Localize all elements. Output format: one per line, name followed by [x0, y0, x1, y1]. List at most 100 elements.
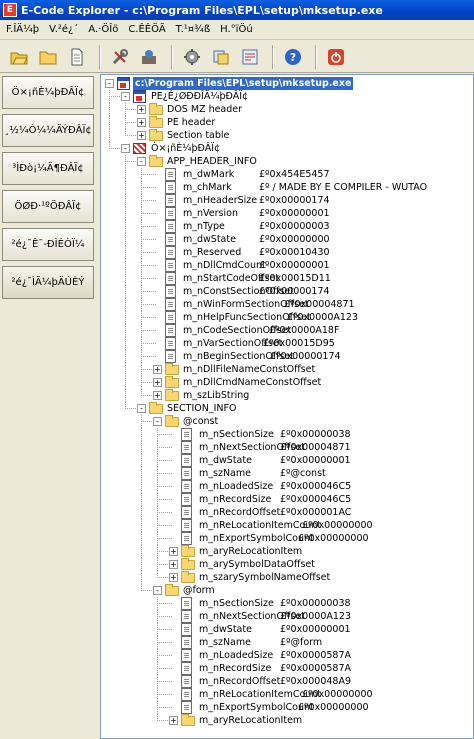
folder-icon — [149, 116, 163, 128]
tree-item[interactable]: m_szName £º@form — [101, 636, 473, 649]
tree-item[interactable]: - Ò×¡ñÈ¼þÐÂÏ¢ — [101, 142, 473, 155]
tree-item[interactable]: m_chMark £º / MADE BY E COMPILER - WUTAO — [101, 181, 473, 194]
tree-connector — [157, 525, 172, 526]
tree-item[interactable]: m_nReLocationItemCount £º0x00000000 — [101, 688, 473, 701]
tree-item[interactable]: m_nCodeSectionOffset £º0x0000A18F — [101, 324, 473, 337]
tree-item[interactable]: m_dwState £º0x00000001 — [101, 454, 473, 467]
disassemble-button[interactable] — [136, 44, 162, 70]
tree-item[interactable]: m_nLoadedSize £º0x000046C5 — [101, 480, 473, 493]
expand-icon[interactable]: + — [169, 716, 178, 725]
collapse-icon[interactable]: - — [137, 404, 146, 413]
exit-button[interactable] — [323, 44, 349, 70]
tree-item[interactable]: + m_aryReLocationItem — [101, 545, 473, 558]
tree-item[interactable]: m_nVarSectionOffset £º0x00015D95 — [101, 337, 473, 350]
menu-help[interactable]: H.°ïÖú — [218, 22, 261, 37]
tree-item[interactable]: - SECTION_INFO — [101, 402, 473, 415]
collapse-icon[interactable]: - — [153, 417, 162, 426]
tree-item[interactable]: m_nSectionSize £º0x00000038 — [101, 597, 473, 610]
e-file-icon — [133, 143, 146, 154]
tree-connector — [125, 285, 126, 298]
tree-item[interactable]: m_nLoadedSize £º0x0000587A — [101, 649, 473, 662]
side-button-2[interactable]: ¸½¼Ó¼¼ÄÝÐÂÏ¢ — [2, 114, 94, 147]
tree-item[interactable]: - APP_HEADER_INFO — [101, 155, 473, 168]
tree-item[interactable]: m_nNextSectionOffset £º0x00004871 — [101, 441, 473, 454]
settings-button[interactable] — [179, 44, 205, 70]
tree-item[interactable]: m_nHelpFuncSectionOffset £º0x0000A123 — [101, 311, 473, 324]
expand-icon[interactable]: + — [153, 365, 162, 374]
expand-icon[interactable]: + — [153, 391, 162, 400]
tree-item-label: Ò×¡ñÈ¼þÐÂÏ¢ — [151, 143, 221, 154]
window-title: E-Code Explorer - c:\Program Files\EPL\s… — [21, 3, 383, 17]
tree-item-value: £º@form — [280, 637, 323, 648]
tree-item[interactable]: m_Reserved £º0x00010430 — [101, 246, 473, 259]
menu-config[interactable]: C.ÊÊÖÃ — [126, 22, 173, 37]
open-folder-button[interactable] — [35, 44, 61, 70]
copy-button[interactable] — [208, 44, 234, 70]
collapse-icon[interactable]: - — [137, 157, 146, 166]
tree-item[interactable]: m_dwState £º0x00000001 — [101, 623, 473, 636]
tree-item[interactable]: m_szName £º@const — [101, 467, 473, 480]
tree-item[interactable]: m_nRecordSize £º0x0000587A — [101, 662, 473, 675]
side-button-6[interactable]: ²é¿¯ÌÃ¼þÄÚÈÝ — [2, 266, 94, 299]
tree-item[interactable]: - @form — [101, 584, 473, 597]
document-button[interactable] — [64, 44, 90, 70]
tree-item[interactable]: m_nBeginSectionOffset £º0x00000174 — [101, 350, 473, 363]
tree-item[interactable]: - @const — [101, 415, 473, 428]
tree-item[interactable]: m_nRecordOffset £º0x000001AC — [101, 506, 473, 519]
tree-view[interactable]: - c:\Program Files\EPL\setup\mksetup.exe -… — [100, 74, 474, 739]
tree-item[interactable]: m_nNextSectionOffset £º0x0000A123 — [101, 610, 473, 623]
expand-icon[interactable]: + — [137, 118, 146, 127]
tree-item[interactable]: + m_nDllCmdNameConstOffset — [101, 376, 473, 389]
menu-tools[interactable]: T.¹¤¾ß — [174, 22, 218, 37]
tree-item[interactable]: m_nWinFormSectionOffset £º0x00004871 — [101, 298, 473, 311]
menu-analyze[interactable]: A.·ÖÎö — [86, 22, 126, 37]
side-button-5[interactable]: ²é¿¯Ê¯-ÐÌÉÒÏ¼ — [2, 228, 94, 261]
expand-icon[interactable]: + — [169, 573, 178, 582]
tree-item[interactable]: m_nExportSymbolCount £º0x00000000 — [101, 532, 473, 545]
tree-connector — [141, 187, 156, 188]
tree-item[interactable]: m_nType £º0x00000003 — [101, 220, 473, 233]
document-icon — [181, 467, 192, 480]
menu-file[interactable]: F.ÎÄ¼þ — [4, 22, 47, 37]
tree-item[interactable]: - PE¿É¿ØÐÐÎÄ¼þÐÂÏ¢ — [101, 90, 473, 103]
options-button[interactable] — [237, 44, 263, 70]
tree-item[interactable]: + m_szarySymbolNameOffset — [101, 571, 473, 584]
tree-item[interactable]: + m_nDllFileNameConstOffset — [101, 363, 473, 376]
tree-item[interactable]: m_nRecordSize £º0x000046C5 — [101, 493, 473, 506]
tree-item[interactable]: - c:\Program Files\EPL\setup\mksetup.exe — [101, 77, 473, 90]
open-button[interactable] — [6, 44, 32, 70]
collapse-icon[interactable]: - — [121, 144, 130, 153]
collapse-icon[interactable]: - — [105, 79, 114, 88]
tree-connector — [125, 298, 126, 311]
tree-item[interactable]: + PE header — [101, 116, 473, 129]
tree-item[interactable]: m_nVersion £º0x00000001 — [101, 207, 473, 220]
side-button-1[interactable]: Ö×¡ñÈ¼þÐÂÏ¢ — [2, 76, 94, 109]
tree-item[interactable]: + m_arySymbolDataOffset — [101, 558, 473, 571]
expand-icon[interactable]: + — [137, 131, 146, 140]
help-button[interactable]: ? — [280, 44, 306, 70]
tree-item[interactable]: m_nSectionSize £º0x00000038 — [101, 428, 473, 441]
tree-item[interactable]: m_nExportSymbolCount £º0x00000000 — [101, 701, 473, 714]
expand-icon[interactable]: + — [137, 105, 146, 114]
menu-view[interactable]: V.²é¿´ — [47, 22, 86, 37]
tree-item[interactable]: m_dwMark £º0x454E5457 — [101, 168, 473, 181]
tree-item[interactable]: m_nReLocationItemCount £º0x00000000 — [101, 519, 473, 532]
tree-item[interactable]: + m_szLibString — [101, 389, 473, 402]
tree-item[interactable]: + m_aryReLocationItem — [101, 714, 473, 727]
side-button-3[interactable]: ³ÌÐò¡¼Ä¶ÐÂÏ¢ — [2, 152, 94, 185]
tree-item[interactable]: m_nDllCmdCount £º0x00000001 — [101, 259, 473, 272]
expand-icon[interactable]: + — [169, 560, 178, 569]
tree-item[interactable]: + DOS MZ header — [101, 103, 473, 116]
collapse-icon[interactable]: - — [121, 92, 130, 101]
tools-button[interactable] — [107, 44, 133, 70]
tree-item[interactable]: m_nConstSectionOffset £º0x00000174 — [101, 285, 473, 298]
expand-icon[interactable]: + — [169, 547, 178, 556]
side-button-4[interactable]: ÖØÐ·¹ºÖÐÂÏ¢ — [2, 190, 94, 223]
tree-item[interactable]: + Section table — [101, 129, 473, 142]
tree-item[interactable]: m_nRecordOffset £º0x000048A9 — [101, 675, 473, 688]
collapse-icon[interactable]: - — [153, 586, 162, 595]
expand-icon[interactable]: + — [153, 378, 162, 387]
tree-item[interactable]: m_nStartCodeOffset £º0x00015D11 — [101, 272, 473, 285]
tree-item[interactable]: m_nHeaderSize £º0x00000174 — [101, 194, 473, 207]
tree-item[interactable]: m_dwState £º0x00000000 — [101, 233, 473, 246]
